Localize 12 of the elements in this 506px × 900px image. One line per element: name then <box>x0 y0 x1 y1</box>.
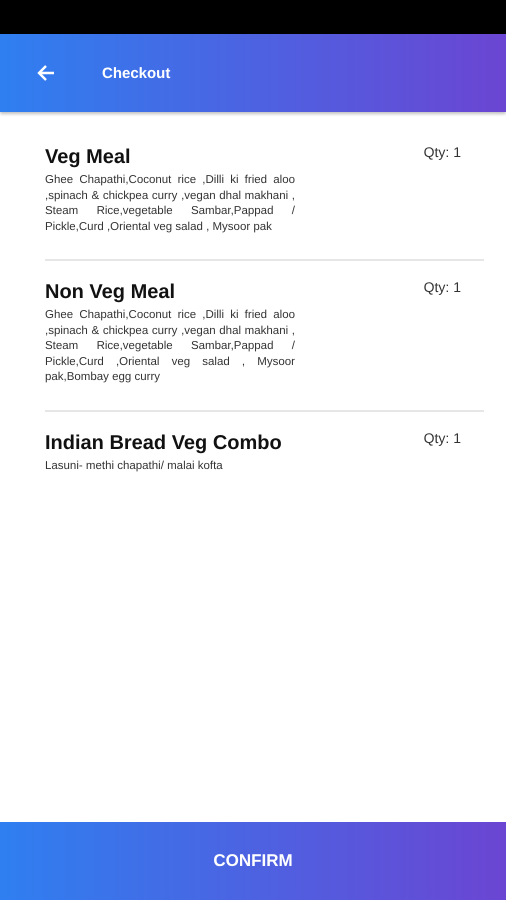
item-quantity: Qty: 1 <box>424 144 461 160</box>
item-name: Indian Bread Veg Combo <box>45 432 283 454</box>
back-arrow-icon[interactable] <box>36 63 56 83</box>
item-name: Veg Meal <box>45 146 132 169</box>
item-quantity: Qty: 1 <box>424 430 461 446</box>
item-description: Ghee Chapathi,Coconut rice ,Dilli ki fried aloo ,spinach & chickpea curry ,vegan dhal makhani , Steam Rice,vegetable Sambar,Pappad / Pickle,Curd ,Oriental veg salad , Mysoor pak <box>45 173 295 234</box>
item-description: Ghee Chapathi,Coconut rice ,Dilli ki fried aloo ,spinach & chickpea curry ,vegan dhal makhani , Steam Rice,vegetable Sambar,Pappad / Pickle,Curd ,Oriental veg salad , Mysoor pak,Bombay egg curry <box>45 308 295 385</box>
confirm-button[interactable]: CONFIRM <box>0 822 506 900</box>
screen-title: Checkout <box>102 64 170 82</box>
item-description: Lasuni- methi chapathi/ malai kofta <box>45 458 224 474</box>
item-quantity: Qty: 1 <box>424 279 461 295</box>
item-name: Non Veg Meal <box>45 281 176 304</box>
